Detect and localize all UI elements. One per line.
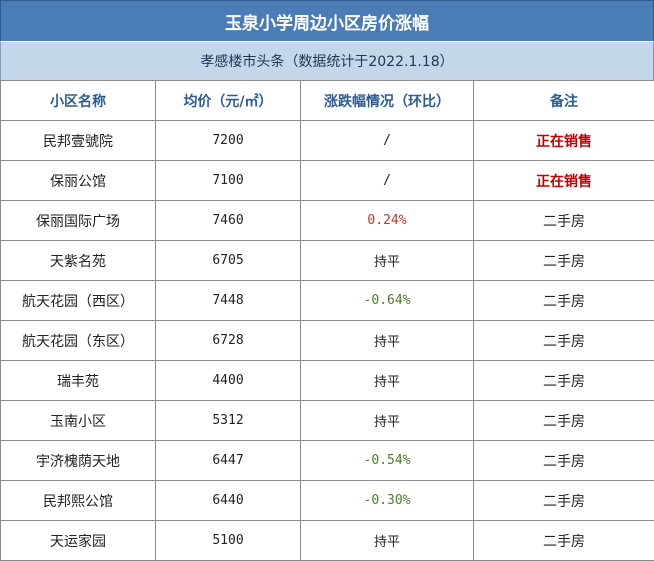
cell-note: 二手房: [473, 440, 654, 481]
cell-price: 7100: [155, 160, 301, 201]
cell-change: -0.64%: [300, 280, 474, 321]
table-row: 天运家园 5100 持平 二手房: [0, 520, 654, 561]
table-row: 玉南小区 5312 持平 二手房: [0, 400, 654, 441]
table-row: 天紫名苑 6705 持平 二手房: [0, 240, 654, 281]
cell-note: 二手房: [473, 520, 654, 561]
cell-price: 6705: [155, 240, 301, 281]
cell-note: 二手房: [473, 200, 654, 241]
cell-note: 二手房: [473, 280, 654, 321]
cell-change: 持平: [300, 400, 474, 441]
cell-change: 持平: [300, 360, 474, 401]
cell-change: 持平: [300, 240, 474, 281]
table-subtitle: 孝感楼市头条（数据统计于2022.1.18）: [0, 41, 654, 81]
table-title: 玉泉小学周边小区房价涨幅: [0, 0, 654, 41]
header-note: 备注: [473, 80, 654, 121]
cell-price: 6440: [155, 480, 301, 521]
cell-price: 5100: [155, 520, 301, 561]
cell-change: 0.24%: [300, 200, 474, 241]
price-table-card: 玉泉小学周边小区房价涨幅 孝感楼市头条（数据统计于2022.1.18） 小区名称…: [0, 0, 654, 561]
cell-note: 二手房: [473, 320, 654, 361]
cell-change: 持平: [300, 520, 474, 561]
cell-name: 保丽公馆: [0, 160, 156, 201]
cell-name: 民邦壹號院: [0, 120, 156, 161]
table-row: 瑞丰苑 4400 持平 二手房: [0, 360, 654, 401]
table-row: 保丽公馆 7100/正在销售: [0, 160, 654, 201]
cell-name: 航天花园（东区）: [0, 320, 156, 361]
table-row: 民邦壹號院 7200/正在销售: [0, 120, 654, 161]
cell-price: 7200: [155, 120, 301, 161]
cell-change: -0.30%: [300, 480, 474, 521]
cell-name: 天紫名苑: [0, 240, 156, 281]
cell-change: 持平: [300, 320, 474, 361]
table-body: 民邦壹號院 7200/正在销售 保丽公馆 7100/正在销售 保丽国际广场 7460 0.2…: [0, 120, 654, 561]
cell-price: 7460: [155, 200, 301, 241]
cell-name: 瑞丰苑: [0, 360, 156, 401]
cell-note: 正在销售: [473, 120, 654, 161]
table-row: 航天花园（东区） 6728 持平 二手房: [0, 320, 654, 361]
cell-change: -0.54%: [300, 440, 474, 481]
cell-price: 5312: [155, 400, 301, 441]
table-row: 保丽国际广场 7460 0.24% 二手房: [0, 200, 654, 241]
table-row: 宇济槐荫天地 6447 -0.54% 二手房: [0, 440, 654, 481]
cell-price: 6447: [155, 440, 301, 481]
cell-price: 4400: [155, 360, 301, 401]
header-price: 均价（元/㎡）: [155, 80, 301, 121]
cell-price: 7448: [155, 280, 301, 321]
cell-change: /: [300, 160, 474, 201]
cell-price: 6728: [155, 320, 301, 361]
cell-name: 航天花园（西区）: [0, 280, 156, 321]
cell-name: 天运家园: [0, 520, 156, 561]
table-row: 航天花园（西区） 7448 -0.64% 二手房: [0, 280, 654, 321]
header-row: 小区名称 均价（元/㎡） 涨跌幅情况（环比） 备注: [0, 80, 654, 121]
header-change: 涨跌幅情况（环比）: [300, 80, 474, 121]
price-table: 小区名称 均价（元/㎡） 涨跌幅情况（环比） 备注 民邦壹號院 7200/正在销售…: [0, 80, 654, 561]
cell-note: 正在销售: [473, 160, 654, 201]
cell-note: 二手房: [473, 400, 654, 441]
cell-change: /: [300, 120, 474, 161]
cell-note: 二手房: [473, 480, 654, 521]
cell-note: 二手房: [473, 240, 654, 281]
cell-name: 玉南小区: [0, 400, 156, 441]
cell-name: 民邦熙公馆: [0, 480, 156, 521]
header-name: 小区名称: [0, 80, 156, 121]
cell-note: 二手房: [473, 360, 654, 401]
cell-name: 宇济槐荫天地: [0, 440, 156, 481]
table-row: 民邦熙公馆 6440 -0.30% 二手房: [0, 480, 654, 521]
cell-name: 保丽国际广场: [0, 200, 156, 241]
